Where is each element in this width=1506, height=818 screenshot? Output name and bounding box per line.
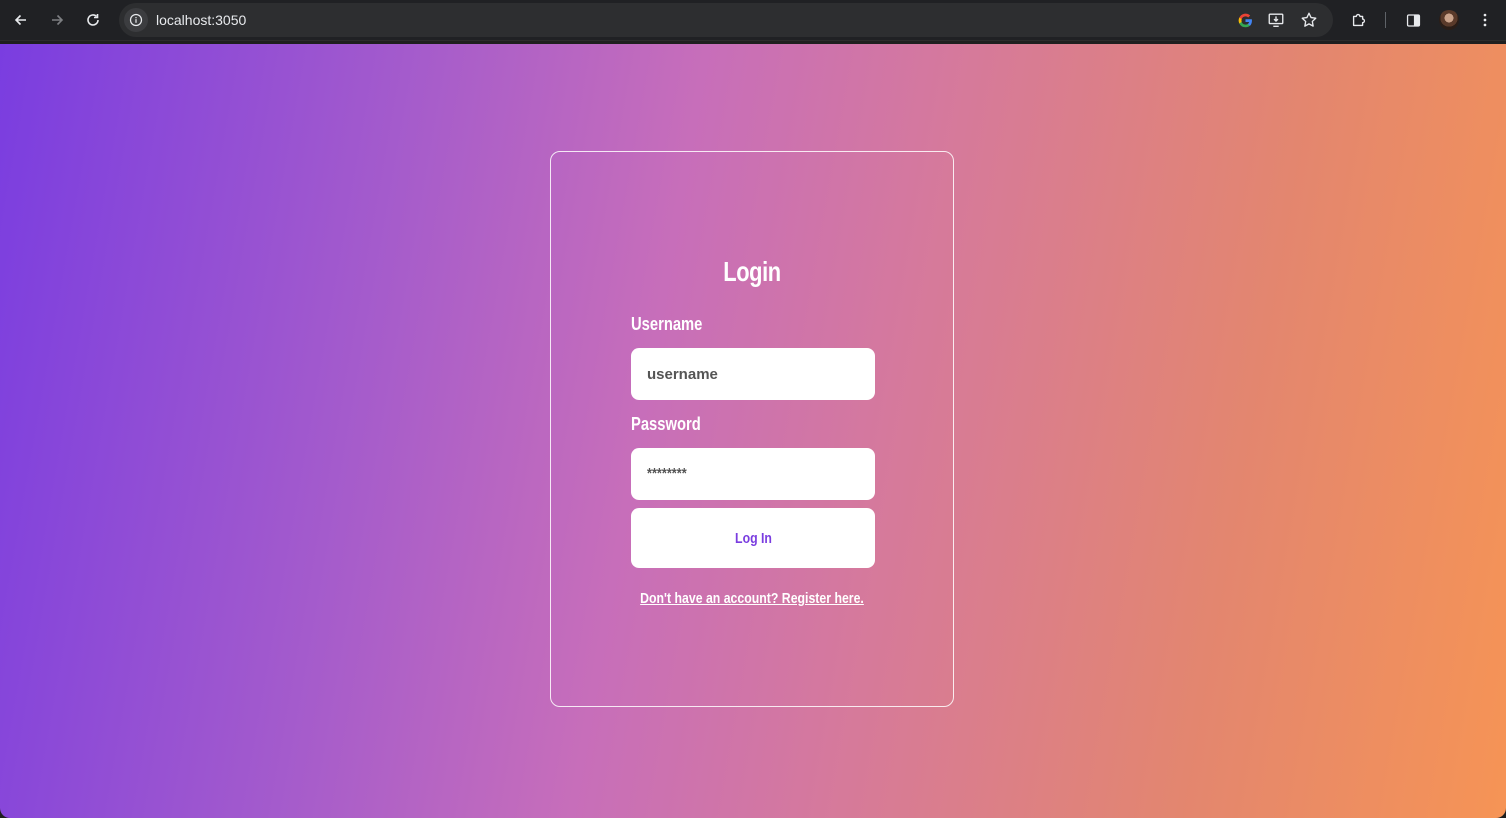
register-link[interactable]: Don't have an account? Register here. xyxy=(587,590,917,607)
address-bar[interactable]: localhost:3050 xyxy=(119,3,1333,37)
reload-button[interactable] xyxy=(81,8,105,32)
page-viewport: Login Username Password ******** Log In … xyxy=(0,44,1506,818)
login-title: Login xyxy=(723,256,781,287)
password-input[interactable] xyxy=(631,448,875,500)
url-text: localhost:3050 xyxy=(156,12,247,28)
login-button-label: Log In xyxy=(734,529,772,547)
bookmark-button[interactable] xyxy=(1299,10,1319,30)
star-icon xyxy=(1301,12,1317,27)
install-app-button[interactable] xyxy=(1266,10,1286,30)
browser-toolbar: localhost:3050 xyxy=(0,0,1506,41)
arrow-left-icon xyxy=(14,14,26,26)
puzzle-icon xyxy=(1352,13,1366,27)
browser-menu-button[interactable] xyxy=(1474,9,1496,31)
arrow-right-icon xyxy=(52,14,64,26)
google-lens-button[interactable] xyxy=(1235,10,1255,30)
password-label: Password xyxy=(631,414,701,434)
username-input[interactable] xyxy=(631,348,875,400)
site-info-button[interactable] xyxy=(124,8,148,32)
browser-window: localhost:3050 Login Username username P… xyxy=(0,0,1506,818)
reload-icon xyxy=(87,14,99,26)
profile-avatar[interactable] xyxy=(1439,10,1459,30)
side-panel-button[interactable] xyxy=(1402,9,1424,31)
more-vert-icon xyxy=(1483,13,1487,27)
forward-button[interactable] xyxy=(45,8,69,32)
install-icon xyxy=(1268,13,1284,27)
login-button[interactable]: Log In xyxy=(631,508,875,568)
back-button[interactable] xyxy=(9,8,33,32)
google-icon xyxy=(1238,13,1252,27)
info-icon xyxy=(129,13,143,27)
extensions-button[interactable] xyxy=(1348,9,1370,31)
side-panel-icon xyxy=(1406,13,1420,27)
username-label: Username xyxy=(631,314,703,334)
login-card: Login Username Password ******** Log In … xyxy=(550,151,954,707)
toolbar-divider xyxy=(1385,12,1386,28)
